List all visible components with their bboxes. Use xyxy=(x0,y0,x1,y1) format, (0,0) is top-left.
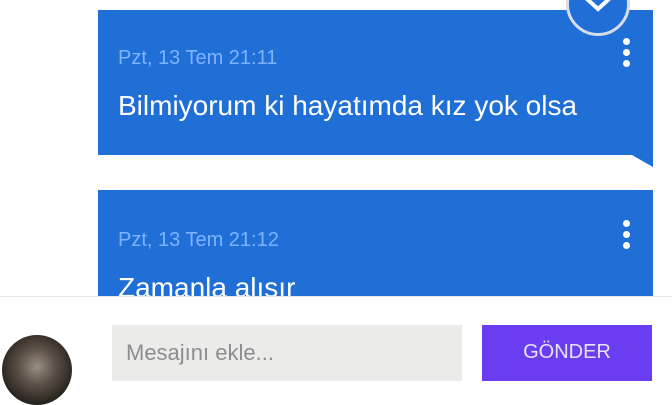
message-bubble: Pzt, 13 Tem 21:11 Bilmiyorum ki hayatımd… xyxy=(98,10,653,155)
bubble-tail xyxy=(632,155,653,167)
send-button[interactable]: GÖNDER xyxy=(482,325,652,381)
message-timestamp: Pzt, 13 Tem 21:11 xyxy=(118,47,278,69)
message-composer: GÖNDER xyxy=(0,296,672,405)
more-vertical-icon[interactable] xyxy=(619,220,633,252)
message-input[interactable] xyxy=(112,325,462,381)
message-timestamp: Pzt, 13 Tem 21:12 xyxy=(118,229,279,251)
message-text: Bilmiyorum ki hayatımda kız yok olsa xyxy=(118,90,578,121)
more-vertical-icon[interactable] xyxy=(619,38,633,70)
close-icon xyxy=(585,0,611,12)
avatar[interactable] xyxy=(2,335,72,405)
